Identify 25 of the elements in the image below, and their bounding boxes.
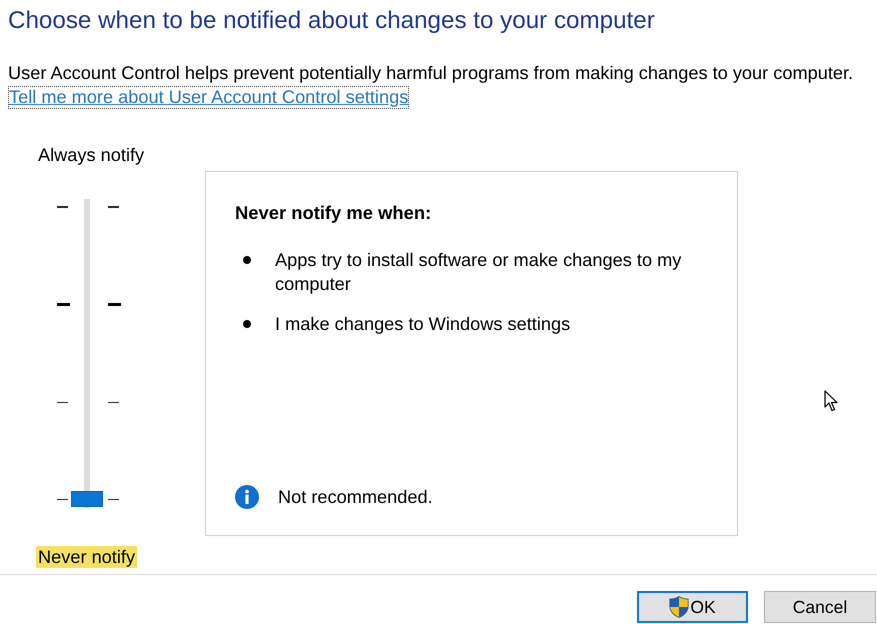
tick-mark	[108, 303, 121, 306]
tick-mark	[57, 206, 68, 208]
cancel-button[interactable]: Cancel	[764, 591, 876, 624]
slider-thumb[interactable]	[71, 491, 103, 508]
tick-mark	[57, 498, 68, 500]
tick-mark	[108, 206, 119, 208]
description-text: User Account Control helps prevent potentially harmful programs from making changes to your computer.	[8, 62, 854, 84]
bullet-icon	[243, 256, 251, 264]
note-text: Not recommended.	[278, 486, 433, 510]
page-title: Choose when to be notified about changes to your computer	[8, 6, 656, 35]
shield-icon	[669, 596, 690, 618]
help-link[interactable]: Tell me more about User Account Control settings	[8, 86, 410, 109]
info-icon	[235, 485, 259, 510]
details-item-text: I make changes to Windows settings	[275, 313, 570, 336]
mouse-pointer-icon	[824, 390, 838, 412]
tick-mark	[108, 402, 119, 404]
tick-mark	[108, 498, 119, 500]
ok-button[interactable]: OK	[637, 591, 748, 624]
details-item-text: Apps try to install software or make changes to my computer	[275, 249, 682, 296]
tick-mark	[57, 303, 70, 306]
details-heading: Never notify me when:	[235, 202, 432, 224]
tick-mark	[57, 402, 68, 404]
slider-top-label: Always notify	[37, 144, 146, 166]
slider-bottom-label: Never notify	[36, 546, 138, 568]
bullet-icon	[243, 320, 251, 328]
